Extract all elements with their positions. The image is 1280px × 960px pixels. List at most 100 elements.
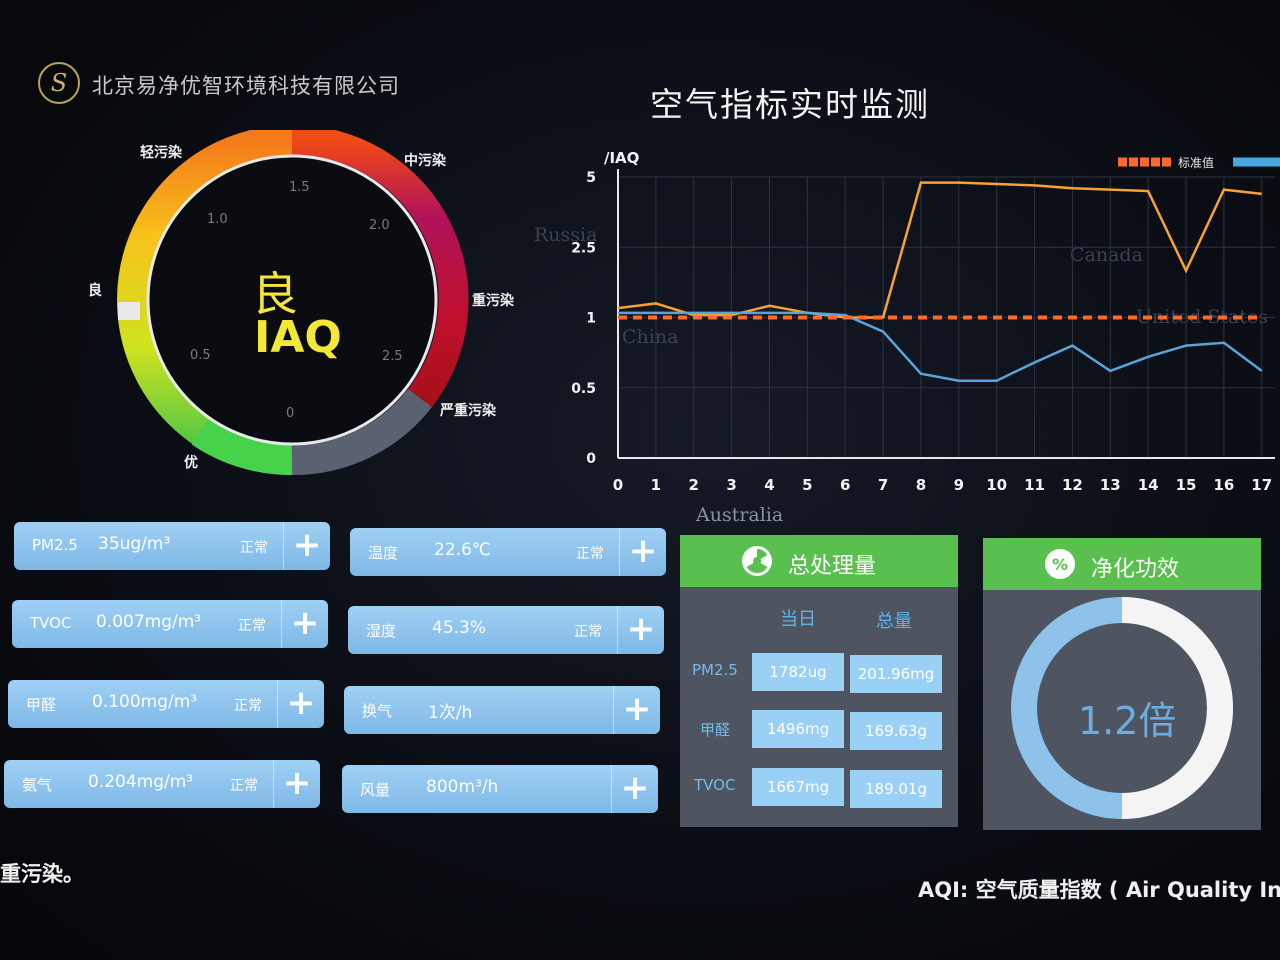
metric-status: 正常 xyxy=(574,624,602,640)
tvoc-total-value: 189.01g xyxy=(850,770,942,808)
metric-name: TVOC xyxy=(30,614,72,632)
metric-status: 正常 xyxy=(576,546,604,562)
x-tick-label: 6 xyxy=(840,476,850,494)
x-tick-label: 12 xyxy=(1062,476,1083,494)
percent-icon: % xyxy=(1045,549,1075,579)
expand-plus-button[interactable]: + xyxy=(611,765,658,813)
efficacy-value: 1.2倍 xyxy=(1078,699,1177,743)
iaq-line-chart: 00.512.550 1 2 3 4 5 6 7 8 9 10 11 12 13 14 15 16 17/IAQ 标… xyxy=(571,149,1280,494)
metric-status: 正常 xyxy=(240,540,268,556)
metric-value: 0.100mg/m³ xyxy=(92,692,198,712)
efficacy-panel-title: 净化功效 xyxy=(1091,557,1180,582)
efficacy-panel-header: % 净化功效 xyxy=(983,538,1261,590)
metric-name: 湿度 xyxy=(366,622,397,640)
x-tick-label: 3 xyxy=(726,476,736,494)
x-tick-label: 5 xyxy=(802,476,812,494)
metric-name: 甲醛 xyxy=(26,696,57,714)
metric-card-ammonia: 氨气 0.204mg/m³ 正常 + xyxy=(4,760,320,808)
formaldehyde-total-value: 169.63g xyxy=(850,712,942,750)
label-heavy-pollution: 重污染 xyxy=(472,293,514,309)
metric-name: 氨气 xyxy=(22,776,53,794)
metric-name: 换气 xyxy=(362,702,393,720)
company-logo: S xyxy=(38,62,80,104)
svg-text:%: % xyxy=(1052,555,1068,574)
y-tick-label: 5 xyxy=(586,170,596,186)
map-label-australia: Australia xyxy=(696,504,784,526)
x-tick-label: 10 xyxy=(986,476,1007,494)
page-title: 空气指标实时监测 xyxy=(650,85,930,124)
metric-card-pm25: PM2.5 35ug/m³ 正常 + xyxy=(14,522,330,570)
legend-label-standard: 标准值 xyxy=(1178,155,1214,170)
expand-plus-button[interactable]: + xyxy=(283,522,330,570)
row-label-pm25: PM2.5 xyxy=(692,661,738,679)
metric-value: 0.204mg/m³ xyxy=(88,772,194,792)
x-tick-label: 9 xyxy=(954,476,964,494)
formaldehyde-day-value: 1496mg xyxy=(752,710,844,748)
total-panel-header: 总处理量 xyxy=(680,535,958,587)
metric-status: 正常 xyxy=(238,618,266,634)
metric-card-formaldehyde: 甲醛 0.100mg/m³ 正常 + xyxy=(8,680,324,728)
gauge-unit-text: IAQ xyxy=(254,312,342,363)
metric-status: 正常 xyxy=(230,778,258,794)
x-tick-label: 1 xyxy=(651,476,661,494)
row-label-tvoc: TVOC xyxy=(694,776,736,794)
metric-value: 45.3% xyxy=(432,618,487,638)
tvoc-day-value: 1667mg xyxy=(752,768,844,806)
metric-status: 正常 xyxy=(234,698,262,714)
metric-card-airflow: 风量 800m³/h + xyxy=(342,765,658,813)
x-tick-label: 17 xyxy=(1251,476,1272,494)
gauge-tick-1.0: 1.0 xyxy=(207,212,228,227)
purification-efficacy-panel: % 净化功效 xyxy=(983,538,1261,830)
expand-plus-button[interactable]: + xyxy=(617,606,664,654)
pm25-total-value: 201.96mg xyxy=(850,655,942,693)
x-tick-label: 14 xyxy=(1138,476,1159,494)
expand-plus-button[interactable]: + xyxy=(619,528,666,576)
label-moderate-pollution: 中污染 xyxy=(404,153,446,169)
metric-value: 1次/h xyxy=(428,703,473,723)
x-tick-label: 2 xyxy=(689,476,699,494)
x-tick-label: 11 xyxy=(1024,476,1045,494)
metric-value: 0.007mg/m³ xyxy=(96,612,202,632)
gauge-tick-2.5: 2.5 xyxy=(382,349,403,364)
expand-plus-button[interactable]: + xyxy=(277,680,324,728)
expand-plus-button[interactable]: + xyxy=(273,760,320,808)
y-tick-label: 0 xyxy=(586,451,596,467)
y-tick-label: 0.5 xyxy=(571,381,596,397)
expand-plus-button[interactable]: + xyxy=(613,686,660,734)
series-line-0 xyxy=(617,181,1262,319)
label-severe-pollution: 严重污染 xyxy=(440,403,496,419)
metric-name: 风量 xyxy=(360,781,391,799)
metric-name: PM2.5 xyxy=(32,536,78,554)
footer-left-note: 重污染。 xyxy=(0,862,84,886)
x-tick-label: 13 xyxy=(1100,476,1121,494)
total-panel-title: 总处理量 xyxy=(788,554,877,579)
gauge-tick-0: 0 xyxy=(286,406,295,421)
expand-plus-button[interactable]: + xyxy=(281,600,328,648)
label-light-pollution: 轻污染 xyxy=(140,145,182,161)
metric-value: 35ug/m³ xyxy=(98,534,171,554)
y-tick-label: 2.5 xyxy=(571,240,596,256)
x-tick-label: 16 xyxy=(1213,476,1234,494)
y-axis-label: /IAQ xyxy=(604,149,639,167)
gauge-pointer xyxy=(118,302,140,320)
company-name: 北京易净优智环境科技有限公司 xyxy=(92,74,400,98)
total-processing-panel: 总处理量 当日 总量 PM2.5 1782ug 201.96mg 甲醛 1496… xyxy=(680,535,958,827)
x-tick-label: 0 xyxy=(613,476,623,494)
y-tick-label: 1 xyxy=(586,311,596,327)
x-tick-label: 7 xyxy=(878,476,888,494)
label-excellent: 优 xyxy=(184,455,198,471)
radiation-icon xyxy=(742,546,772,576)
series-line-1 xyxy=(618,311,1263,382)
label-good: 良 xyxy=(88,283,102,299)
metric-value: 800m³/h xyxy=(426,777,499,797)
x-tick-label: 15 xyxy=(1176,476,1197,494)
x-tick-label: 4 xyxy=(764,476,774,494)
metric-card-air-exchange: 换气 1次/h + xyxy=(344,686,660,734)
metric-value: 22.6℃ xyxy=(434,540,491,560)
gauge-tick-0.5: 0.5 xyxy=(190,348,211,363)
metric-card-tvoc: TVOC 0.007mg/m³ 正常 + xyxy=(12,600,328,648)
gauge-tick-1.5: 1.5 xyxy=(289,180,310,195)
col-header-day: 当日 xyxy=(780,609,816,630)
x-tick-label: 8 xyxy=(916,476,926,494)
metric-card-humidity: 湿度 45.3% 正常 + xyxy=(348,606,664,654)
